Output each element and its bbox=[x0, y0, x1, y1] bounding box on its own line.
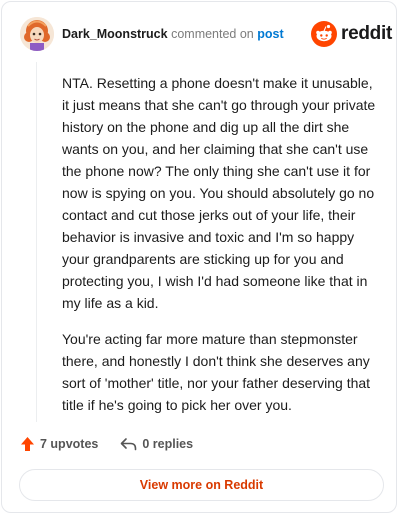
comment-body: NTA. Resetting a phone doesn't make it u… bbox=[62, 72, 382, 430]
username[interactable]: Dark_Moonstruck bbox=[62, 27, 168, 41]
view-more-button[interactable]: View more on Reddit bbox=[19, 469, 384, 501]
upvote-button[interactable]: 7 upvotes bbox=[20, 436, 98, 452]
comment-paragraph: You're acting far more mature than stepm… bbox=[62, 331, 371, 413]
post-link[interactable]: post bbox=[257, 27, 283, 41]
reply-arrow-icon bbox=[121, 438, 137, 451]
reddit-wordmark: reddit bbox=[341, 23, 392, 44]
comment-paragraph: NTA. Resetting a phone doesn't make it u… bbox=[62, 75, 376, 311]
upvote-count: 7 upvotes bbox=[40, 437, 99, 451]
reddit-snoo-icon bbox=[311, 21, 337, 47]
upvote-arrow-icon bbox=[21, 437, 34, 451]
reply-count: 0 replies bbox=[142, 437, 194, 451]
comment-actions: 7 upvotes 0 replies bbox=[20, 436, 193, 452]
avatar-image bbox=[20, 17, 54, 51]
comment-header: Dark_Moonstruck commented on post bbox=[62, 26, 284, 42]
avatar[interactable] bbox=[20, 17, 54, 51]
commented-on-text: commented on bbox=[171, 27, 254, 41]
comment-card: Dark_Moonstruck commented on post reddit… bbox=[1, 1, 397, 513]
reply-button[interactable]: 0 replies bbox=[120, 437, 193, 451]
reddit-logo[interactable]: reddit bbox=[311, 21, 392, 47]
thread-line bbox=[36, 62, 37, 422]
